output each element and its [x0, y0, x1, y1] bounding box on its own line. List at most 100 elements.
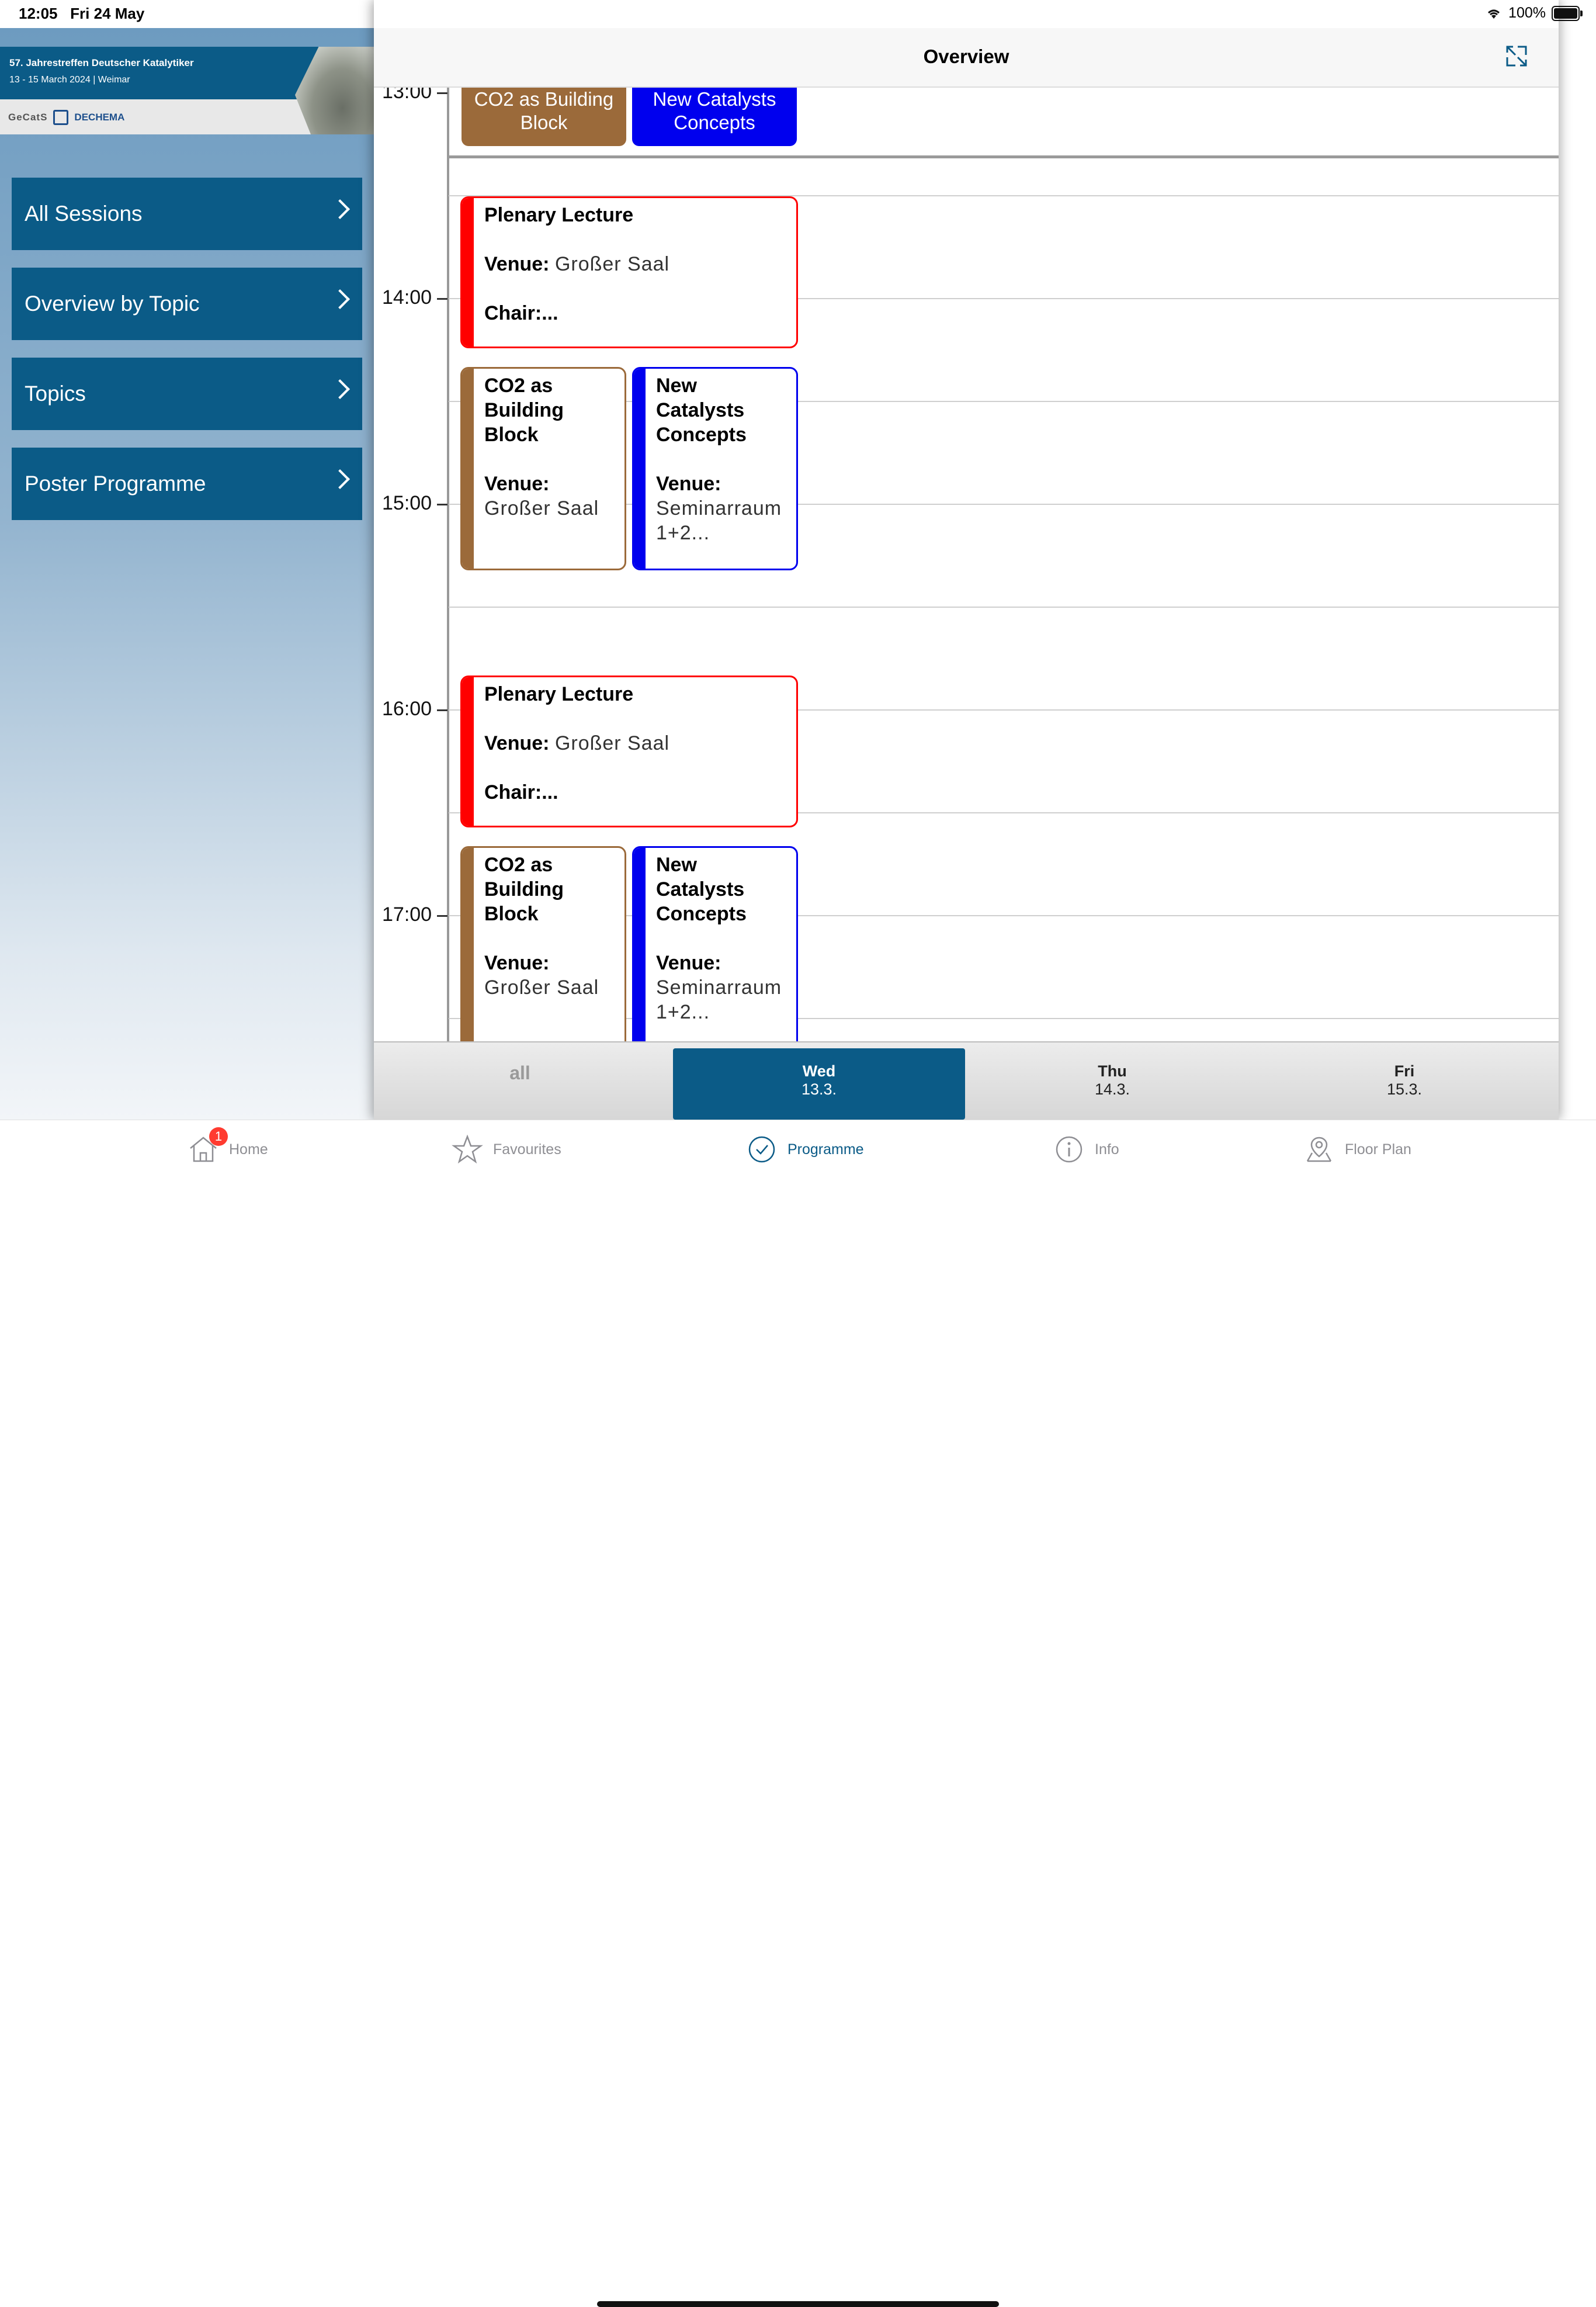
time-tick — [437, 298, 447, 300]
venue-label: Venue: — [656, 473, 721, 495]
session-card-co2[interactable]: CO2 as Building Block Venue: Großer Saal — [460, 367, 626, 570]
home-indicator — [597, 2301, 999, 2307]
sidebar: 57. Jahrestreffen Deutscher Katalytiker … — [0, 28, 374, 1120]
battery-icon — [1552, 5, 1583, 21]
wifi-icon — [1488, 9, 1500, 19]
tab-home[interactable]: 1 Home — [187, 1127, 268, 1166]
time-tick — [437, 92, 447, 94]
session-block-catalysts[interactable]: New Catalysts Concepts — [632, 88, 797, 146]
main-panel: Overview 13:00 14:00 15:00 16:00 17:00 C… — [374, 0, 1559, 1121]
tab-favourites[interactable]: Favourites — [451, 1133, 561, 1166]
time-tick — [437, 504, 447, 505]
day-label: Fri — [1394, 1062, 1415, 1080]
dechema-logo-icon — [53, 110, 69, 125]
expand-icon[interactable] — [1505, 44, 1528, 68]
sidebar-item-label: All Sessions — [25, 202, 143, 226]
venue-label: Venue: — [484, 473, 550, 495]
time-label-17: 17:00 — [382, 903, 432, 926]
venue-value: Großer Saal — [484, 976, 599, 999]
tab-programme[interactable]: Programme — [745, 1133, 864, 1166]
chevron-right-icon — [330, 469, 350, 489]
status-time: 12:05 Fri 24 May — [19, 5, 144, 23]
tab-floor-plan[interactable]: Floor Plan — [1303, 1133, 1411, 1166]
status-right: 100% — [1485, 5, 1583, 22]
banner-subtitle: 13 - 15 March 2024 | Weimar — [9, 75, 130, 85]
tab-label: Info — [1095, 1141, 1119, 1158]
session-title: New Catalysts Concepts — [653, 88, 776, 133]
map-pin-icon — [1306, 1137, 1332, 1162]
tab-bar: 1 Home Favourites Programme Info Floor P… — [0, 1120, 1596, 2307]
time-label-15: 15:00 — [382, 492, 432, 514]
sidebar-item-all-sessions[interactable]: All Sessions — [12, 178, 362, 250]
venue-label: Venue: — [656, 952, 721, 974]
break-separator — [449, 155, 1559, 158]
info-icon — [1056, 1136, 1082, 1163]
day-tab-wed[interactable]: Wed 13.3. — [673, 1048, 965, 1120]
venue-value: Großer Saal — [554, 253, 670, 275]
tab-label: Programme — [787, 1141, 864, 1158]
day-tab-fri[interactable]: Fri 15.3. — [1258, 1048, 1550, 1120]
chair-label: Chair:... — [484, 302, 558, 324]
dechema-logo: DECHEMA — [74, 112, 125, 123]
session-block-co2[interactable]: CO2 as Building Block — [462, 88, 626, 146]
sidebar-item-label: Poster Programme — [25, 472, 206, 496]
time-tick — [437, 915, 447, 917]
day-date: 14.3. — [1094, 1080, 1130, 1098]
session-title: CO2 as Building Block — [484, 854, 564, 925]
day-tab-all[interactable]: all — [374, 1048, 666, 1120]
time-label-14: 14:00 — [382, 286, 432, 309]
session-title: Plenary Lecture — [484, 683, 634, 705]
day-tab-thu[interactable]: Thu 14.3. — [966, 1048, 1258, 1120]
sidebar-item-label: Overview by Topic — [25, 292, 200, 316]
chevron-right-icon — [330, 199, 350, 219]
clock-icon — [748, 1136, 775, 1163]
star-icon — [452, 1134, 483, 1164]
session-card-plenary[interactable]: Plenary Lecture Venue: Großer Saal Chair… — [460, 196, 798, 348]
navigation-bar: Overview — [374, 28, 1559, 88]
tab-label: Favourites — [493, 1141, 561, 1158]
sidebar-item-overview-by-topic[interactable]: Overview by Topic — [12, 268, 362, 340]
banner-logos: GeCatS DECHEMA — [8, 110, 124, 125]
venue-value: Seminarraum 1+2... — [656, 976, 782, 1023]
day-selector: all Wed 13.3. Thu 14.3. Fri 15.3. — [374, 1041, 1559, 1121]
chevron-right-icon — [330, 289, 350, 309]
sidebar-item-topics[interactable]: Topics — [12, 358, 362, 430]
time-label-13: 13:00 — [382, 88, 432, 103]
page-title: Overview — [923, 46, 1009, 67]
status-clock: 12:05 — [19, 5, 58, 22]
banner-header: 57. Jahrestreffen Deutscher Katalytiker … — [0, 47, 327, 99]
tab-label: Home — [229, 1141, 268, 1158]
session-card-co2[interactable]: CO2 as Building Block Venue: Großer Saal — [460, 846, 626, 1041]
banner-title: 57. Jahrestreffen Deutscher Katalytiker — [9, 57, 194, 68]
status-bar: 12:05 Fri 24 May 100% — [0, 0, 1596, 28]
venue-value: Seminarraum 1+2... — [656, 497, 782, 544]
day-label: Thu — [1098, 1062, 1127, 1080]
chair-label: Chair:... — [484, 781, 558, 803]
battery-percent: 100% — [1508, 5, 1546, 21]
time-axis — [447, 88, 449, 1041]
notification-badge: 1 — [209, 1127, 228, 1146]
chevron-right-icon — [330, 379, 350, 399]
day-date: 13.3. — [801, 1080, 837, 1098]
tab-label: Floor Plan — [1345, 1141, 1411, 1158]
status-date: Fri 24 May — [70, 5, 145, 22]
session-title: New Catalysts Concepts — [656, 375, 747, 446]
session-card-plenary[interactable]: Plenary Lecture Venue: Großer Saal Chair… — [460, 676, 798, 827]
session-card-catalysts[interactable]: New Catalysts Concepts Venue: Seminarrau… — [632, 367, 798, 570]
venue-label: Venue: — [484, 253, 550, 275]
day-label: all — [509, 1062, 530, 1083]
gecats-logo: GeCatS — [8, 112, 48, 123]
venue-label: Venue: — [484, 952, 550, 974]
time-tick — [437, 709, 447, 711]
sidebar-item-label: Topics — [25, 382, 86, 406]
sidebar-item-poster-programme[interactable]: Poster Programme — [12, 448, 362, 520]
venue-label: Venue: — [484, 732, 550, 754]
tab-info[interactable]: Info — [1053, 1133, 1119, 1166]
schedule-timeline[interactable]: 13:00 14:00 15:00 16:00 17:00 CO2 as Bui… — [374, 88, 1559, 1041]
session-title: Plenary Lecture — [484, 204, 634, 226]
day-label: Wed — [802, 1062, 836, 1080]
venue-value: Großer Saal — [484, 497, 599, 519]
venue-value: Großer Saal — [554, 732, 670, 754]
session-card-catalysts[interactable]: New Catalysts Concepts Venue: Seminarrau… — [632, 846, 798, 1041]
half-hour-line — [449, 607, 1559, 608]
